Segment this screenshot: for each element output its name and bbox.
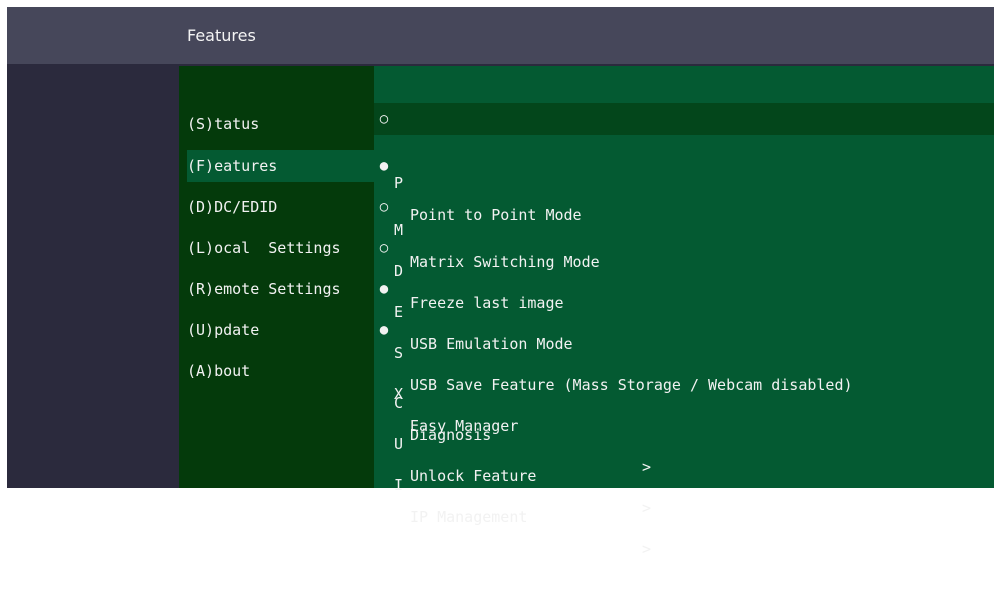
radio-off-icon: ○	[379, 240, 389, 256]
nav-item-update[interactable]: (U)pdate	[187, 314, 374, 346]
nav-item-local-settings[interactable]: (L)ocal Settings	[187, 232, 374, 264]
feature-easy-manager[interactable]: ● X Easy Manager	[374, 314, 994, 435]
chevron-right-icon: >	[642, 540, 652, 558]
radio-on-icon: ●	[379, 158, 389, 174]
feature-point-to-point[interactable]: ○ P Point to Point Mode	[374, 103, 994, 224]
radio-off-icon: ○	[379, 199, 389, 215]
hotkey: I	[394, 476, 404, 494]
chevron-right-icon: >	[642, 499, 652, 517]
window-frame: Features (S)tatus (F)eatures (D)DC/EDID …	[7, 7, 994, 558]
nav-item-status[interactable]: (S)tatus	[187, 108, 374, 140]
features-panel: ○ P Point to Point Mode ● M Matrix Switc…	[374, 66, 994, 558]
feature-diagnosis[interactable]: C Diagnosis >	[374, 355, 994, 476]
nav-item-about[interactable]: (A)bout	[187, 355, 374, 387]
page-title: Features	[187, 26, 256, 45]
sidebar-nav: (S)tatus (F)eatures (D)DC/EDID (L)ocal S…	[179, 66, 374, 488]
feature-ip-management[interactable]: I IP Management >	[374, 437, 994, 558]
radio-on-icon: ●	[379, 322, 389, 338]
feature-freeze-last-image[interactable]: ○ D Freeze last image	[374, 191, 994, 312]
feature-label: IP Management	[410, 508, 528, 526]
feature-usb-emulation[interactable]: ○ E USB Emulation Mode	[374, 232, 994, 353]
radio-on-icon: ●	[379, 281, 389, 297]
feature-unlock[interactable]: U Unlock Feature >	[374, 396, 994, 517]
title-bar: Features	[7, 7, 994, 64]
nav-item-remote-settings[interactable]: (R)emote Settings	[187, 273, 374, 305]
nav-item-features[interactable]: (F)eatures	[187, 150, 374, 182]
radio-off-icon: ○	[379, 111, 389, 127]
nav-item-ddc-edid[interactable]: (D)DC/EDID	[187, 191, 374, 223]
feature-matrix-switching[interactable]: ● M Matrix Switching Mode	[374, 150, 994, 271]
feature-usb-save[interactable]: ● S USB Save Feature (Mass Storage / Web…	[374, 273, 994, 394]
